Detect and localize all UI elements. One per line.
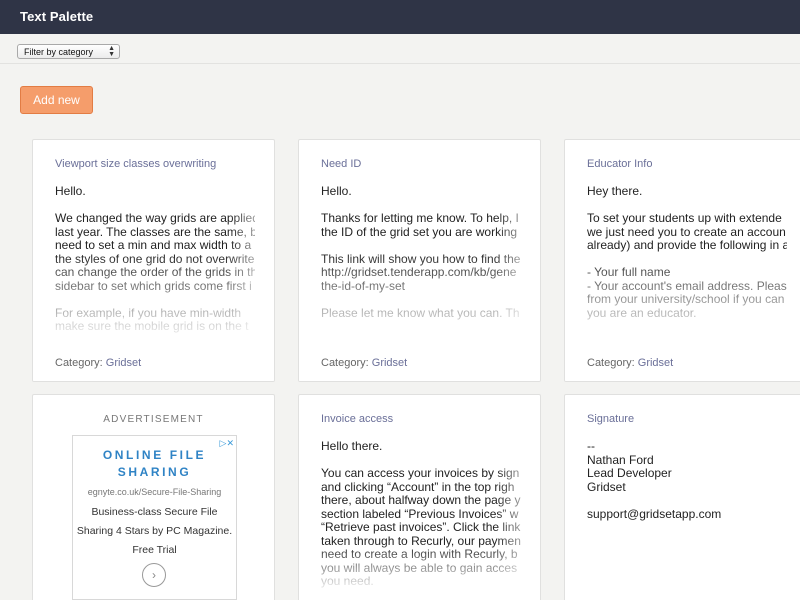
adchoices-icon[interactable]: ▷✕ <box>220 438 234 449</box>
preview-line: we just need you to create an accoun <box>587 224 786 239</box>
preview-line <box>321 199 521 213</box>
preview-line <box>55 199 255 213</box>
preview-line: need to create a login with Recurly, b <box>321 547 518 561</box>
snippet-preview: Hello. We changed the way grids are appli… <box>55 185 255 334</box>
preview-line: support@gridsetapp.com <box>587 506 722 521</box>
preview-line: you are an educator. <box>587 305 697 320</box>
preview-line: Lead Developer <box>587 466 672 480</box>
preview-line <box>321 454 521 468</box>
select-arrows-icon: ▲ ▼ <box>108 45 115 58</box>
preview-line: and clicking “Account” in the top righ <box>321 479 515 494</box>
snippet-title[interactable]: Need ID <box>321 158 361 170</box>
preview-line: you need. <box>321 574 374 588</box>
preview-line: the styles of one grid do not overwrite <box>55 251 255 266</box>
preview-line: from your university/school if you can <box>587 292 785 306</box>
preview-line <box>321 239 521 253</box>
ad-text: Business-class Secure File Sharing 4 Sta… <box>76 506 233 556</box>
snippet-card[interactable]: Viewport size classes overwriting Hello.… <box>32 139 275 382</box>
top-bar: Text Palette <box>0 0 800 34</box>
preview-line <box>587 494 787 508</box>
ad-url[interactable]: egnyte.co.uk/Secure-File-Sharing <box>73 487 236 497</box>
category-link[interactable]: Gridset <box>638 357 673 369</box>
preview-line: - Your full name <box>587 265 671 279</box>
preview-line: can change the order of the grids in th <box>55 265 255 279</box>
preview-line: Hello. <box>55 185 86 198</box>
preview-line: Nathan Ford <box>587 452 654 467</box>
preview-line <box>321 293 521 307</box>
snippet-title[interactable]: Signature <box>587 413 634 425</box>
snippet-category: Category: Gridset <box>587 357 673 369</box>
preview-line: taken through to Recurly, our paymen <box>321 533 521 548</box>
snippet-card[interactable]: Invoice access Hello there. You can acces… <box>298 394 541 600</box>
filter-bar: Filter by category ▲ ▼ <box>0 34 800 64</box>
preview-line: This link will show you how to find the <box>321 251 521 266</box>
snippet-card[interactable]: Need ID Hello. Thanks for letting me know… <box>298 139 541 382</box>
chevron-right-circle-icon[interactable]: › <box>142 563 166 587</box>
snippet-preview: -- Nathan Ford Lead Developer Gridset suppor… <box>587 440 787 521</box>
add-new-button[interactable]: Add new <box>20 86 93 114</box>
preview-line: Please let me know what you can. Th <box>321 305 520 320</box>
preview-line: - Your account's email address. Pleas <box>587 278 787 293</box>
preview-line: there, about halfway down the page y <box>321 493 521 507</box>
preview-line: the ID of the grid set you are working <box>321 224 518 239</box>
snippet-card[interactable]: Educator Info Hey there. To set your stud… <box>564 139 800 382</box>
preview-line: the-id-of-my-set <box>321 278 406 293</box>
snippet-category: Category: Gridset <box>55 357 141 369</box>
category-prefix: Category: <box>55 357 103 369</box>
preview-line: make sure the mobile grid is on the t <box>55 319 249 333</box>
preview-line: “Retrieve past invoices”. Click the link <box>321 520 521 534</box>
preview-line: Gridset <box>587 479 626 494</box>
advertisement-box[interactable]: ▷✕ ONLINE FILE SHARING egnyte.co.uk/Secu… <box>72 435 237 600</box>
preview-line: Thanks for letting me know. To help, I <box>321 211 519 225</box>
preview-line: need to set a min and max width to a <box>55 238 252 252</box>
snippet-preview: Hello there. You can access your invoices… <box>321 440 521 589</box>
preview-line: sidebar to set which grids come first i <box>55 278 252 293</box>
snippet-preview: Hey there. To set your students up with e… <box>587 185 787 320</box>
preview-line: -- <box>587 440 595 453</box>
preview-line: We changed the way grids are applied <box>55 211 255 225</box>
snippet-card[interactable]: Signature -- Nathan Ford Lead Developer Gri… <box>564 394 800 600</box>
snippet-title[interactable]: Viewport size classes overwriting <box>55 158 216 170</box>
preview-line: last year. The classes are the same, b <box>55 224 255 239</box>
snippet-category: Category: Gridset <box>321 357 407 369</box>
preview-line: For example, if you have min-width <box>55 305 242 320</box>
preview-line: To set your students up with extende <box>587 211 782 225</box>
category-link[interactable]: Gridset <box>372 357 407 369</box>
advertisement-card: ADVERTISEMENT ▷✕ ONLINE FILE SHARING egn… <box>32 394 275 600</box>
app-title: Text Palette <box>20 9 94 24</box>
preview-line: you will always be able to gain acces <box>321 560 518 575</box>
category-link[interactable]: Gridset <box>106 357 141 369</box>
ad-headline[interactable]: ONLINE FILE SHARING <box>73 447 236 481</box>
category-prefix: Category: <box>587 357 635 369</box>
preview-line: Hello there. <box>321 440 383 453</box>
snippet-title[interactable]: Invoice access <box>321 413 393 425</box>
category-filter-select[interactable]: Filter by category ▲ ▼ <box>17 44 120 59</box>
snippet-title[interactable]: Educator Info <box>587 158 652 170</box>
preview-line: Hello. <box>321 185 352 198</box>
preview-line: Hey there. <box>587 185 643 198</box>
preview-line: You can access your invoices by sign <box>321 466 520 480</box>
category-prefix: Category: <box>321 357 369 369</box>
advertisement-label: ADVERTISEMENT <box>103 414 204 425</box>
snippet-preview: Hello. Thanks for letting me know. To hel… <box>321 185 521 320</box>
preview-line: already) and provide the following in a <box>587 238 787 252</box>
preview-line <box>55 293 255 307</box>
category-filter-label: Filter by category <box>24 47 94 57</box>
preview-line <box>587 253 787 267</box>
preview-line: section labeled “Previous Invoices” w <box>321 506 519 521</box>
preview-line: http://gridset.tenderapp.com/kb/gene <box>321 265 517 279</box>
preview-line <box>587 199 787 213</box>
